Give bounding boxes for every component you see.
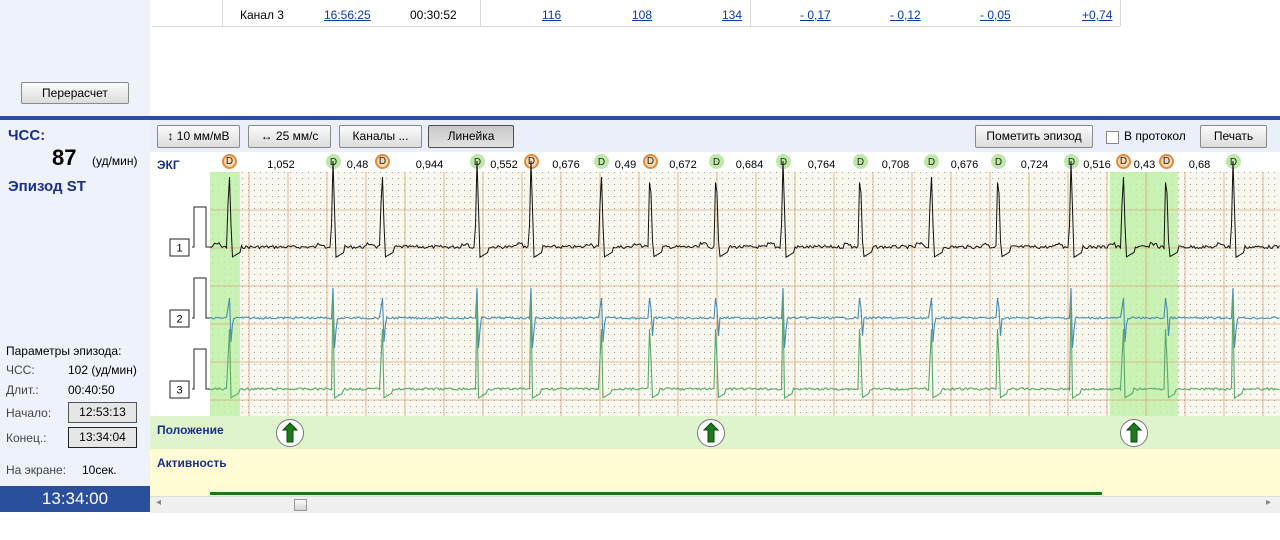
cell-duration: 00:30:52 [410, 8, 457, 22]
col-divider [222, 0, 223, 26]
table-row[interactable]: Канал 3 16:56:25 00:30:52 116 108 134 - … [152, 0, 1121, 27]
mark-episode-button[interactable]: Пометить эпизод [975, 125, 1093, 148]
protocol-label: В протокол [1124, 129, 1186, 143]
ecg-chart[interactable]: 1 2 3 [150, 152, 1280, 416]
cell-hr-link[interactable]: 134 [722, 8, 742, 22]
channel-number: 1 [176, 243, 182, 255]
cell-hr-link[interactable]: 108 [632, 8, 652, 22]
protocol-checkbox[interactable] [1106, 131, 1119, 144]
scroll-left-arrow[interactable]: ◂ [156, 497, 161, 508]
print-button[interactable]: Печать [1200, 125, 1267, 148]
body-position-icon[interactable] [1120, 419, 1148, 447]
hr-label: ЧСС: [8, 127, 46, 144]
screen-value: 10сек. [82, 463, 117, 477]
hr-unit: (уд/мин) [92, 154, 138, 168]
body-position-icon[interactable] [276, 419, 304, 447]
scroll-thumb[interactable] [294, 499, 307, 511]
position-label: Положение [157, 423, 224, 437]
speed-button[interactable]: ↔ 25 мм/с [248, 125, 331, 148]
episode-highlight [210, 172, 240, 416]
channel-number: 2 [176, 314, 182, 326]
clock-display: 13:34:00 [0, 486, 150, 512]
cell-channel: Канал 3 [240, 8, 284, 22]
body-position-icon[interactable] [697, 419, 725, 447]
activity-band [150, 449, 1280, 496]
hr-value: 87 [52, 145, 77, 170]
cell-time-link[interactable]: 16:56:25 [324, 8, 371, 22]
col-divider [480, 0, 481, 26]
episode-title: Эпизод ST [8, 178, 86, 195]
param-end-value: 13:34:04 [68, 427, 137, 448]
activity-line [210, 492, 1102, 495]
recalc-button[interactable]: Перерасчет [21, 82, 129, 104]
param-end-label: Конец.: [6, 431, 47, 445]
screen-label: На экране: [6, 463, 67, 477]
calibration-pulse [192, 277, 210, 319]
cell-st-link[interactable]: +0,74 [1082, 8, 1112, 22]
ruler-button[interactable]: Линейка [428, 125, 514, 148]
param-hr-label: ЧСС: [6, 363, 35, 377]
params-title: Параметры эпизода: [6, 344, 122, 358]
channel-number: 3 [176, 385, 182, 397]
col-divider [1120, 0, 1121, 26]
horizontal-scrollbar[interactable]: ◂ ▸ [150, 496, 1280, 513]
cell-st-link[interactable]: - 0,17 [800, 8, 831, 22]
cell-hr-link[interactable]: 116 [542, 8, 561, 22]
scroll-right-arrow[interactable]: ▸ [1266, 497, 1271, 508]
calibration-pulse [192, 348, 210, 390]
amplitude-button[interactable]: ↕ 10 мм/мВ [157, 125, 240, 148]
param-start-value: 12:53:13 [68, 402, 137, 423]
channels-button[interactable]: Каналы ... [339, 125, 422, 148]
left-info-panel: ЧСС: 87 (уд/мин) Эпизод ST Параметры эпи… [0, 120, 150, 486]
param-hr-value: 102 (уд/мин) [68, 363, 137, 377]
param-start-label: Начало: [6, 406, 52, 420]
param-duration-value: 00:40:50 [68, 383, 115, 397]
activity-label: Активность [157, 456, 227, 470]
param-duration-label: Длит.: [6, 383, 39, 397]
cell-st-link[interactable]: - 0,05 [980, 8, 1011, 22]
top-table: Канал 3 16:56:25 00:30:52 116 108 134 - … [150, 0, 1280, 115]
calibration-pulse [192, 206, 210, 248]
cell-st-link[interactable]: - 0,12 [890, 8, 921, 22]
col-divider [750, 0, 751, 26]
